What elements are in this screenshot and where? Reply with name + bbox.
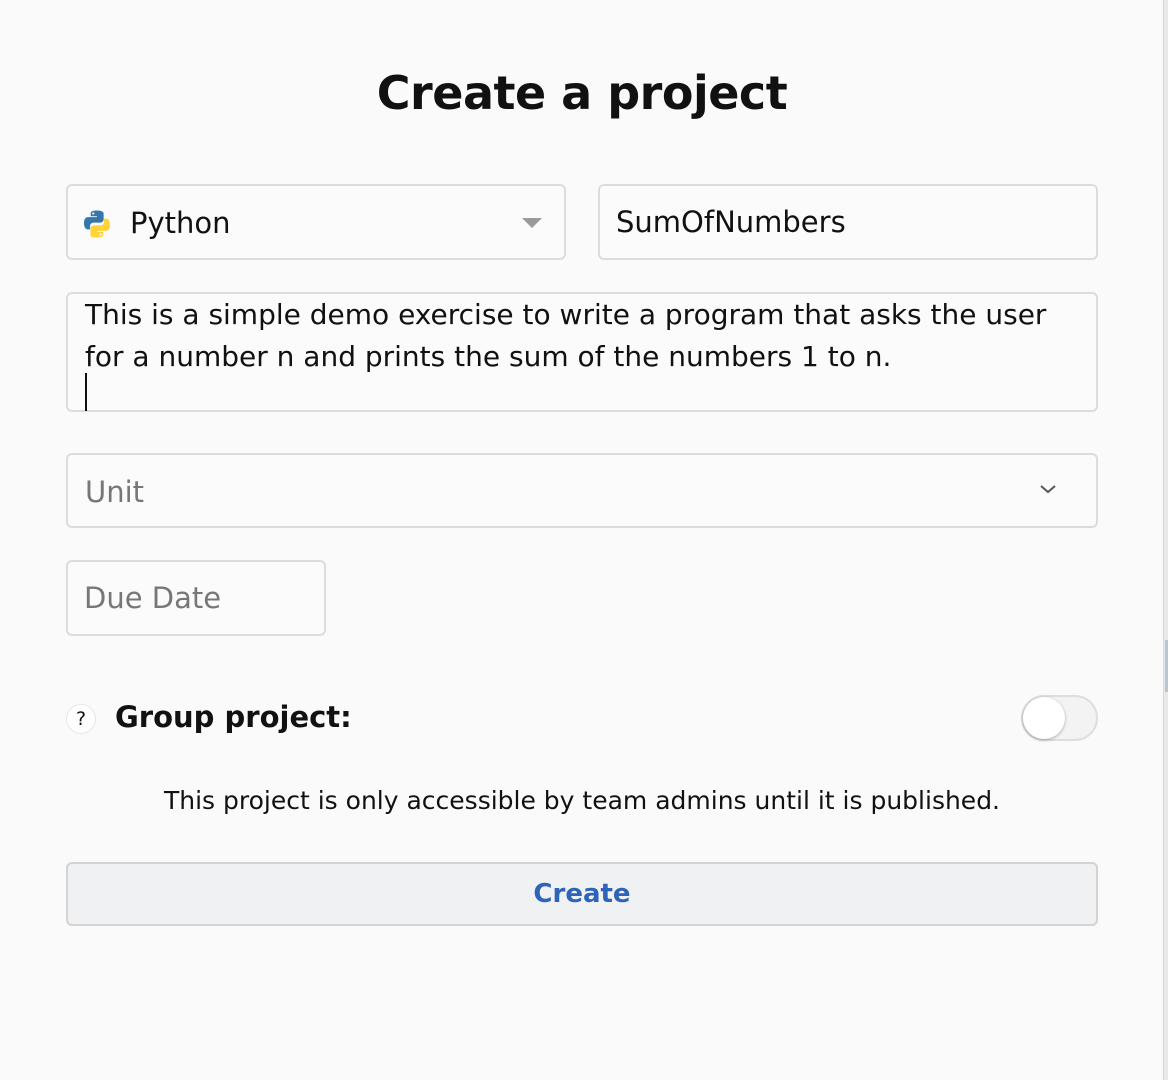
project-name-field	[598, 184, 1098, 260]
create-button[interactable]: Create	[66, 862, 1098, 926]
help-icon[interactable]: ?	[66, 704, 96, 734]
text-cursor	[85, 373, 87, 411]
unit-select[interactable]: Unit	[66, 453, 1098, 528]
due-date-input[interactable]	[84, 562, 308, 634]
chevron-down-icon	[1040, 485, 1056, 494]
caret-down-icon	[522, 218, 542, 228]
unit-placeholder: Unit	[85, 475, 145, 509]
group-project-label: Group project:	[115, 700, 352, 734]
group-project-toggle[interactable]	[1021, 695, 1098, 741]
description-text: This is a simple demo exercise to write …	[85, 298, 1047, 373]
create-project-dialog: Create a project Python This is a simple…	[0, 0, 1164, 1080]
due-date-field	[66, 560, 326, 636]
project-name-input[interactable]	[616, 186, 1080, 258]
toggle-knob	[1023, 697, 1065, 739]
dialog-title: Create a project	[376, 66, 788, 120]
python-logo-icon	[84, 210, 110, 238]
language-select[interactable]: Python	[66, 184, 566, 260]
publish-notice: This project is only accessible by team …	[163, 786, 1001, 815]
language-select-value: Python	[130, 206, 231, 240]
description-textarea[interactable]: This is a simple demo exercise to write …	[66, 292, 1098, 412]
